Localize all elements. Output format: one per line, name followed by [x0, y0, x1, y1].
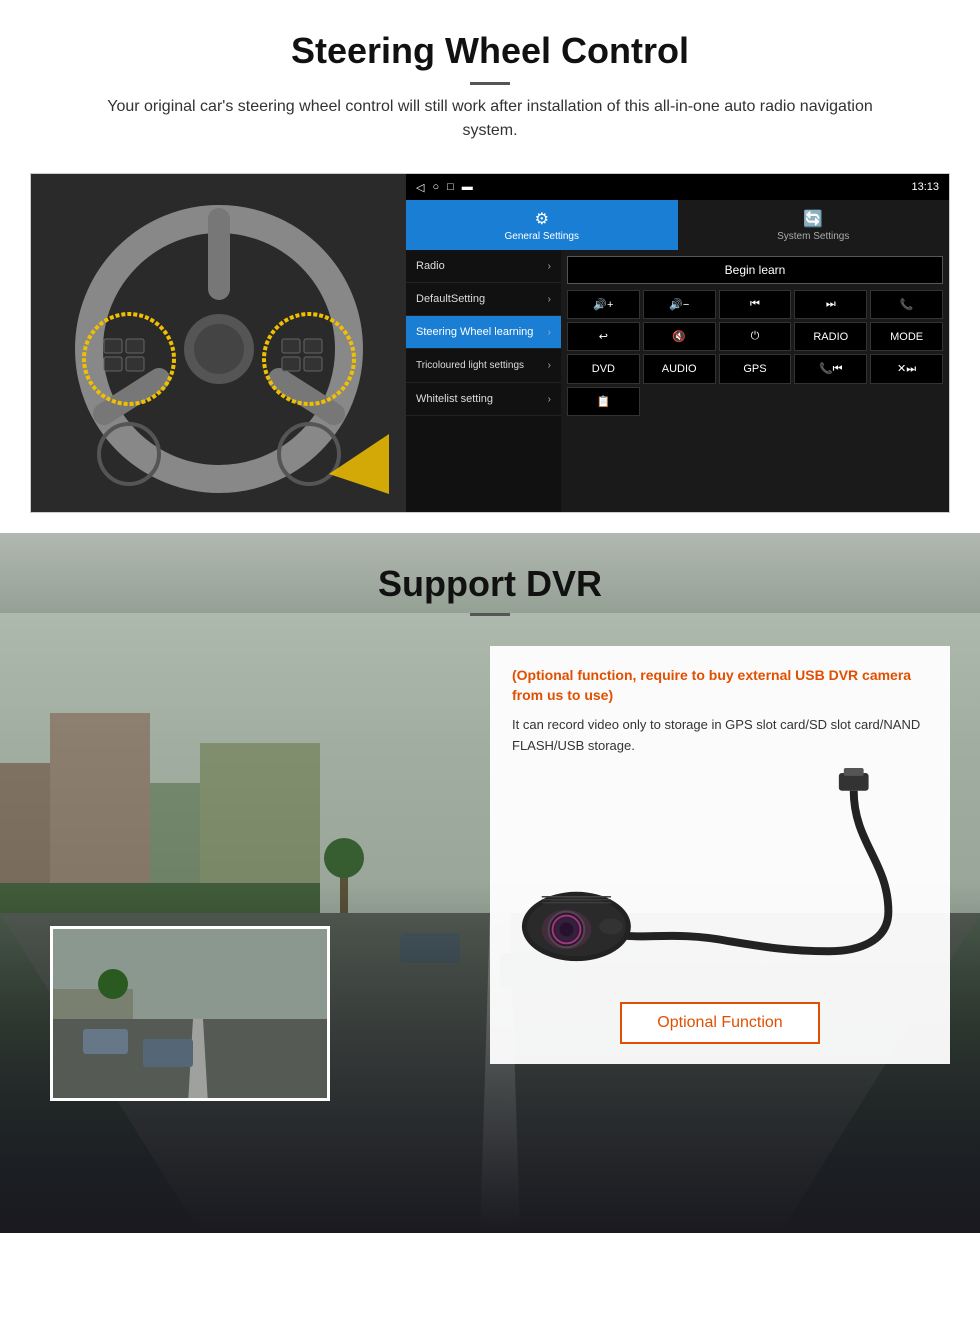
menu-steering-wheel[interactable]: Steering Wheel learning ›: [406, 316, 561, 349]
system-icon: 🔄: [803, 209, 823, 229]
dvr-section: Support DVR (Optional function, require …: [0, 533, 980, 1233]
dvr-camera-image: [512, 757, 928, 987]
title-divider: [470, 82, 510, 85]
phone-next-btn[interactable]: ✕⏭: [870, 354, 943, 384]
dvr-thumbnail: [50, 926, 330, 1101]
chevron-right-icon: ›: [548, 261, 551, 272]
statusbar-time: 13:13: [911, 181, 939, 193]
chevron-right-icon-4: ›: [548, 360, 551, 371]
tab-general-label: General Settings: [505, 231, 580, 242]
dvr-title: Support DVR: [0, 563, 980, 605]
gear-icon: ⚙: [535, 209, 549, 229]
gps-btn[interactable]: GPS: [719, 354, 792, 384]
android-body: Radio › DefaultSetting › Steering Wheel …: [406, 250, 949, 512]
audio-btn[interactable]: AUDIO: [643, 354, 716, 384]
chevron-right-icon-2: ›: [548, 294, 551, 305]
mode-btn[interactable]: MODE: [870, 322, 943, 351]
next-btn[interactable]: ⏭: [794, 290, 867, 319]
menu-whitelist-label: Whitelist setting: [416, 393, 493, 405]
android-screen: ◁ ○ □ ▬ 13:13 ⚙ General Settings 🔄 Syste…: [406, 174, 949, 512]
steering-section: Steering Wheel Control Your original car…: [0, 0, 980, 513]
dvd-btn[interactable]: DVD: [567, 354, 640, 384]
steering-title: Steering Wheel Control: [20, 30, 960, 72]
tab-system-settings[interactable]: 🔄 System Settings: [678, 200, 950, 250]
control-grid: 🔊+ 🔊− ⏮ ⏭ 📞 ↩ 🔇 ⏻ RADIO MODE DVD AUDIO G…: [567, 290, 943, 416]
dvr-left-col: [30, 646, 470, 1101]
dvr-info-card: (Optional function, require to buy exter…: [490, 646, 950, 1064]
menu-steering-label: Steering Wheel learning: [416, 326, 533, 338]
menu-whitelist[interactable]: Whitelist setting ›: [406, 383, 561, 416]
dvr-description: It can record video only to storage in G…: [512, 715, 928, 757]
steering-composite: ◁ ○ □ ▬ 13:13 ⚙ General Settings 🔄 Syste…: [30, 173, 950, 513]
menu-default-setting[interactable]: DefaultSetting ›: [406, 283, 561, 316]
optional-function-button[interactable]: Optional Function: [620, 1002, 819, 1044]
nav-recent[interactable]: □: [447, 181, 454, 194]
phone-prev-btn[interactable]: 📞⏮: [794, 354, 867, 384]
dvr-divider: [470, 613, 510, 616]
prev-btn[interactable]: ⏮: [719, 290, 792, 319]
vol-up-btn[interactable]: 🔊+: [567, 290, 640, 319]
vol-down-btn[interactable]: 🔊−: [643, 290, 716, 319]
dvr-title-area: Support DVR: [0, 533, 980, 626]
begin-learn-row: Begin learn: [567, 256, 943, 284]
hangup-btn[interactable]: ↩: [567, 322, 640, 351]
nav-back[interactable]: ◁: [416, 181, 424, 194]
menu-list: Radio › DefaultSetting › Steering Wheel …: [406, 250, 561, 512]
steering-title-area: Steering Wheel Control Your original car…: [0, 0, 980, 153]
dvr-content-row: (Optional function, require to buy exter…: [30, 646, 950, 1101]
steering-wheel-svg: [49, 184, 389, 504]
dvr-camera-svg: [512, 762, 928, 982]
dvr-right-col: (Optional function, require to buy exter…: [490, 646, 950, 1079]
menu-radio[interactable]: Radio ›: [406, 250, 561, 283]
steering-description: Your original car's steering wheel contr…: [80, 95, 900, 143]
dvr-thumb-svg: [53, 929, 330, 1101]
dvr-optional-text: (Optional function, require to buy exter…: [512, 666, 928, 705]
steering-photo: [31, 174, 406, 513]
statusbar-nav: ◁ ○ □ ▬: [416, 181, 473, 194]
tab-system-label: System Settings: [777, 231, 849, 242]
mute-btn[interactable]: 🔇: [643, 322, 716, 351]
nav-home[interactable]: ○: [432, 181, 439, 194]
dvr-optional-btn-row: Optional Function: [512, 1002, 928, 1044]
android-statusbar: ◁ ○ □ ▬ 13:13: [406, 174, 949, 200]
menu-tricoloured[interactable]: Tricoloured light settings ›: [406, 349, 561, 383]
begin-learn-button[interactable]: Begin learn: [567, 256, 943, 284]
phone-btn[interactable]: 📞: [870, 290, 943, 319]
power-btn[interactable]: ⏻: [719, 322, 792, 351]
tab-general-settings[interactable]: ⚙ General Settings: [406, 200, 678, 250]
menu-radio-label: Radio: [416, 260, 445, 272]
content-panel: Begin learn 🔊+ 🔊− ⏮ ⏭ 📞 ↩ 🔇 ⏻ RADIO MODE: [561, 250, 949, 512]
menu-tricoloured-label: Tricoloured light settings: [416, 359, 524, 372]
android-tabs: ⚙ General Settings 🔄 System Settings: [406, 200, 949, 250]
radio-btn[interactable]: RADIO: [794, 322, 867, 351]
chevron-right-icon-3: ›: [548, 327, 551, 338]
extra-btn[interactable]: 📋: [567, 387, 640, 416]
menu-default-label: DefaultSetting: [416, 293, 485, 305]
chevron-right-icon-5: ›: [548, 394, 551, 405]
nav-menu[interactable]: ▬: [462, 181, 473, 194]
